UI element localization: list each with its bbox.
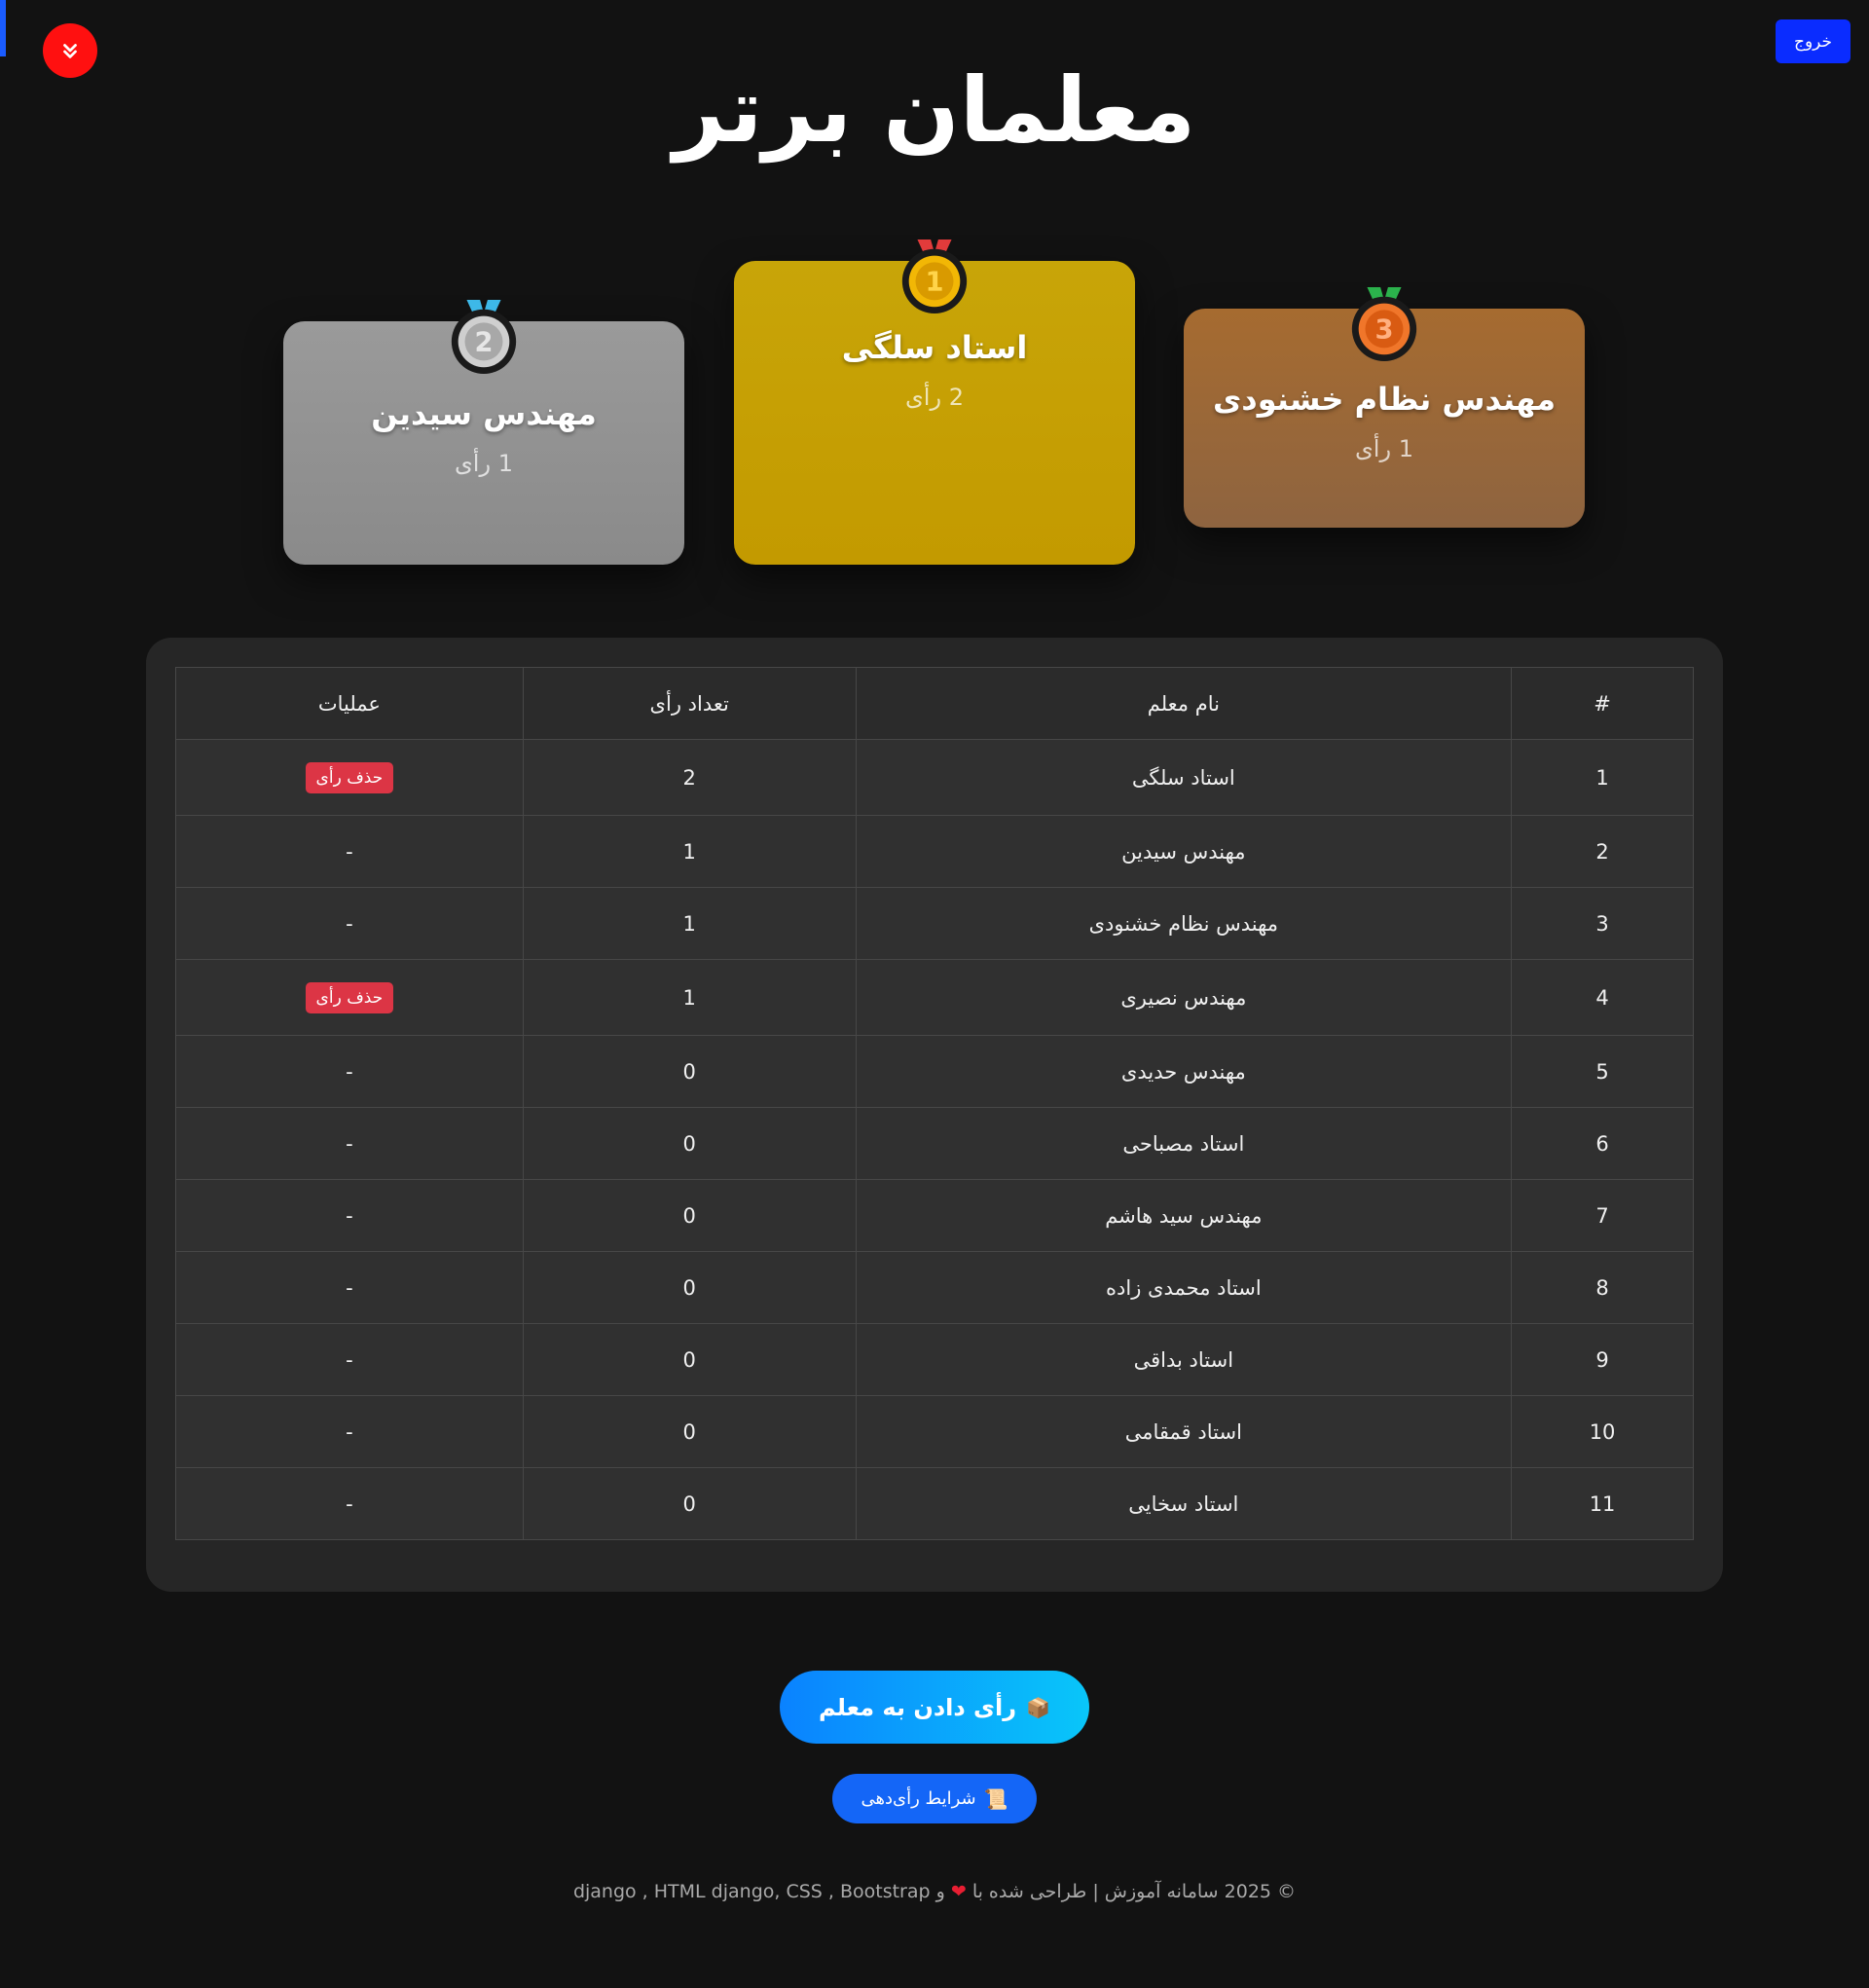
teacher-name: استاد محمدی زاده	[855, 1251, 1513, 1324]
podium-name: مهندس نظام خشنودی	[1212, 381, 1557, 418]
row-number: 8	[1511, 1251, 1694, 1324]
teacher-name: استاد سخایی	[855, 1467, 1513, 1540]
vote-count: 1	[522, 959, 857, 1036]
row-number: 7	[1511, 1179, 1694, 1252]
table-row: 10 استاد قمقامی 0 -	[175, 1395, 1694, 1468]
table-row: 6 استاد مصباحی 0 -	[175, 1107, 1694, 1180]
table-row: 1 استاد سلگی 2 حذف رأی	[175, 739, 1694, 816]
vote-count: 1	[522, 887, 857, 960]
teacher-name: استاد مصباحی	[855, 1107, 1513, 1180]
vote-count: 0	[522, 1251, 857, 1324]
table-row: 9 استاد بداقی 0 -	[175, 1323, 1694, 1396]
operations-empty: -	[175, 1107, 524, 1180]
teacher-name: مهندس نظام خشنودی	[855, 887, 1513, 960]
row-number: 5	[1511, 1035, 1694, 1108]
vote-count: 2	[522, 739, 857, 816]
column-header-teacher-name: نام معلم	[855, 667, 1513, 740]
podium-card-third: 3 مهندس نظام خشنودی 1 رأی	[1184, 287, 1585, 528]
row-number: 2	[1511, 815, 1694, 888]
medal-second-icon: 2	[451, 300, 517, 375]
operations-empty: -	[175, 1395, 524, 1468]
row-number: 4	[1511, 959, 1694, 1036]
row-number: 1	[1511, 739, 1694, 816]
vote-count: 0	[522, 1179, 857, 1252]
podium-name: استاد سلگی	[841, 329, 1028, 366]
column-header-operations: عملیات	[175, 667, 524, 740]
podium-card-first: 1 استاد سلگی 2 رأی	[734, 239, 1135, 565]
teacher-name: استاد سلگی	[855, 739, 1513, 816]
vote-count: 0	[522, 1107, 857, 1180]
svg-text:1: 1	[926, 268, 944, 298]
table-row: 2 مهندس سیدین 1 -	[175, 815, 1694, 888]
vote-count: 0	[522, 1467, 857, 1540]
table-row: 8 استاد محمدی زاده 0 -	[175, 1251, 1694, 1324]
vote-count: 0	[522, 1035, 857, 1108]
svg-text:2: 2	[475, 328, 494, 358]
row-number: 3	[1511, 887, 1694, 960]
row-number: 6	[1511, 1107, 1694, 1180]
footer: © 2025 سامانه آموزش | طراحی شده با ❤ و d…	[0, 1881, 1869, 1902]
teacher-name: مهندس حدیدی	[855, 1035, 1513, 1108]
vote-count: 0	[522, 1395, 857, 1468]
footer-text-end: و django , HTML django, CSS , Bootstrap	[572, 1881, 945, 1902]
teacher-name: استاد قمقامی	[855, 1395, 1513, 1468]
delete-vote-button[interactable]: حذف رأی	[305, 981, 394, 1013]
row-number: 9	[1511, 1323, 1694, 1396]
ranking-table: # نام معلم تعداد رأی عملیات 1 استاد سلگی…	[175, 667, 1694, 1540]
table-row: 4 مهندس نصیری 1 حذف رأی	[175, 959, 1694, 1036]
medal-third-icon: 3	[1351, 287, 1417, 362]
logout-button[interactable]: خروج	[1776, 19, 1851, 63]
operations-empty: -	[175, 1251, 524, 1324]
footer-text-start: © 2025 سامانه آموزش | طراحی شده با	[971, 1881, 1297, 1902]
operations-cell: حذف رأی	[175, 739, 524, 816]
teacher-name: مهندس سیدین	[855, 815, 1513, 888]
operations-empty: -	[175, 1467, 524, 1540]
teacher-name: مهندس سید هاشم	[855, 1179, 1513, 1252]
table-row: 11 استاد سخایی 0 -	[175, 1467, 1694, 1540]
delete-vote-button[interactable]: حذف رأی	[305, 761, 394, 793]
medal-first-icon: 1	[901, 239, 968, 314]
page-title: معلمان برتر	[673, 58, 1196, 163]
heart-icon: ❤	[950, 1881, 967, 1902]
row-number: 10	[1511, 1395, 1694, 1468]
operations-cell: حذف رأی	[175, 959, 524, 1036]
vote-button-label: رأی دادن به معلم	[819, 1693, 1017, 1721]
podium-votes: 2 رأی	[905, 384, 964, 411]
vote-count: 1	[522, 815, 857, 888]
left-accent-strip	[0, 0, 6, 56]
table-row: 7 مهندس سید هاشم 0 -	[175, 1179, 1694, 1252]
teacher-name: استاد بداقی	[855, 1323, 1513, 1396]
podium-votes: 1 رأی	[455, 450, 513, 477]
podium-votes: 1 رأی	[1355, 435, 1413, 462]
vote-count: 0	[522, 1323, 857, 1396]
operations-empty: -	[175, 887, 524, 960]
table-header-row: # نام معلم تعداد رأی عملیات	[175, 667, 1694, 740]
column-header-vote-count: تعداد رأی	[522, 667, 857, 740]
vote-for-teacher-button[interactable]: 📦 رأی دادن به معلم	[780, 1671, 1089, 1744]
operations-empty: -	[175, 1323, 524, 1396]
ranking-table-panel: # نام معلم تعداد رأی عملیات 1 استاد سلگی…	[146, 638, 1723, 1592]
operations-empty: -	[175, 815, 524, 888]
operations-empty: -	[175, 1035, 524, 1108]
rules-button-label: شرایط رأی‌دهی	[861, 1788, 976, 1809]
podium-name: مهندس سیدین	[371, 395, 597, 432]
table-row: 3 مهندس نظام خشنودی 1 -	[175, 887, 1694, 960]
operations-empty: -	[175, 1179, 524, 1252]
podium-card-second: 2 مهندس سیدین 1 رأی	[283, 300, 684, 565]
teacher-name: مهندس نصیری	[855, 959, 1513, 1036]
column-header-number: #	[1511, 667, 1694, 740]
ballot-box-icon: 📦	[1026, 1695, 1050, 1719]
table-row: 5 مهندس حدیدی 0 -	[175, 1035, 1694, 1108]
svg-text:3: 3	[1375, 315, 1394, 346]
scroll-icon: 📜	[983, 1786, 1008, 1811]
row-number: 11	[1511, 1467, 1694, 1540]
voting-rules-button[interactable]: 📜 شرایط رأی‌دهی	[832, 1774, 1037, 1823]
